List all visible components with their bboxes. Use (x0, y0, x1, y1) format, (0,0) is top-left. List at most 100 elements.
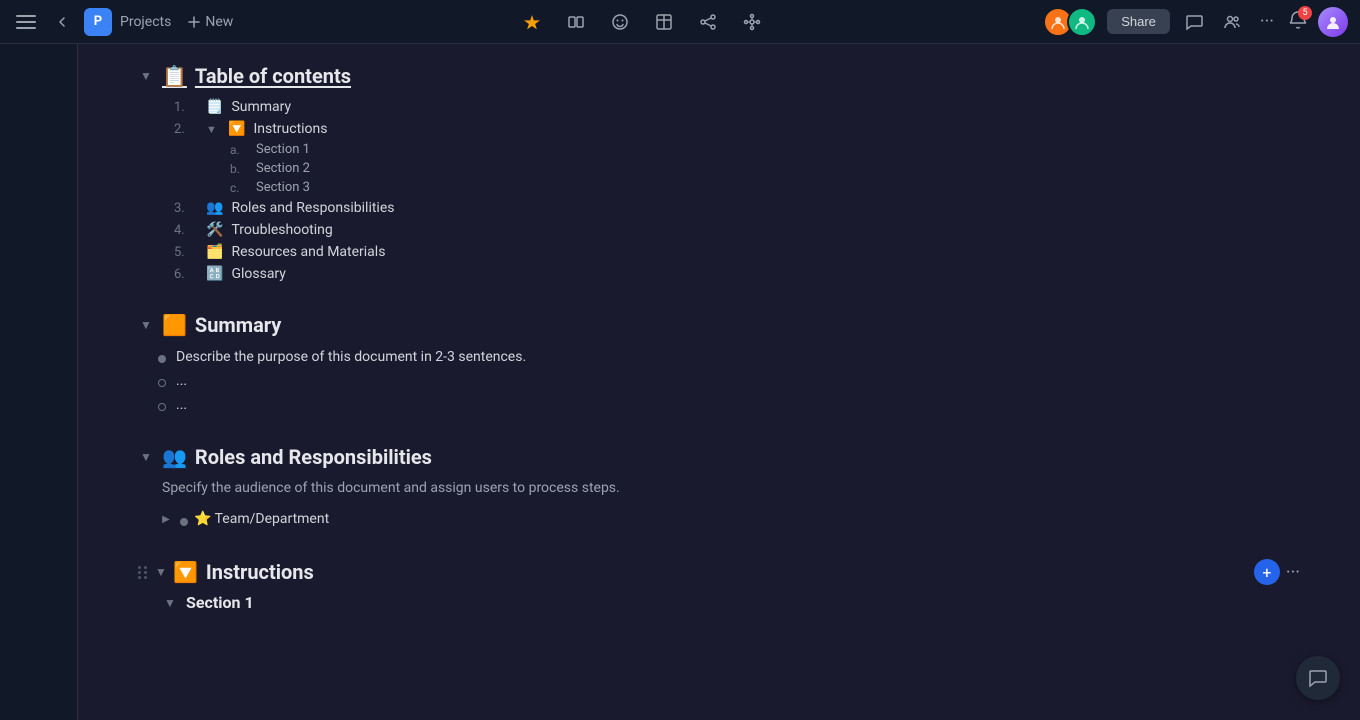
instructions-title: 🔽 Instructions (173, 560, 314, 584)
instructions-actions: + ··· (1254, 559, 1300, 585)
roles-section: ▼ 👥 Roles and Responsibilities Specify t… (138, 445, 1300, 531)
toc-sub-num-a: a. (230, 143, 250, 157)
toc-item-5: 5. 🗂️ Resources and Materials (174, 241, 1300, 263)
emoji-icon[interactable] (606, 8, 634, 36)
toc-sub-num-c: c. (230, 181, 250, 195)
toc-num-2: 2. (174, 122, 198, 137)
user-avatar[interactable] (1318, 7, 1348, 37)
toc-num-4: 4. (174, 223, 198, 238)
summary-bullet-text-2: ... (176, 373, 187, 389)
toc-item-1: 1. 🗒️ Summary (174, 96, 1300, 118)
toc-header: ▼ 📋 Table of contents (138, 64, 1300, 88)
bullet-dot-outline-2 (158, 403, 166, 411)
topbar: P Projects New (0, 0, 1360, 44)
toc-chevron[interactable]: ▼ (138, 68, 154, 84)
toc-label-5[interactable]: Resources and Materials (231, 244, 385, 260)
hamburger-menu[interactable] (12, 8, 40, 36)
chat-button[interactable] (1296, 656, 1340, 700)
toc-label-3[interactable]: Roles and Responsibilities (231, 200, 394, 216)
sidebar-strip (0, 44, 78, 720)
section1-chevron[interactable]: ▼ (162, 595, 178, 611)
summary-header: ▼ 🟧 Summary (138, 313, 1300, 337)
toc-icon-5: 🗂️ (206, 244, 223, 260)
toc-item-3: 3. 👥 Roles and Responsibilities (174, 197, 1300, 219)
toc-icon-4: 🛠️ (206, 222, 223, 238)
avatar-user2[interactable] (1067, 7, 1097, 37)
bullet-dot-outline-1 (158, 379, 166, 387)
notification-badge[interactable]: 5 (1288, 10, 1308, 34)
columns-icon[interactable] (562, 8, 590, 36)
share-icon[interactable] (694, 8, 722, 36)
roles-bullet-chevron[interactable]: ▶ (158, 511, 174, 527)
toc-icon: 📋 (162, 64, 187, 88)
toc-sub-label-a[interactable]: Section 1 (256, 142, 310, 157)
new-button[interactable]: New (179, 10, 241, 34)
toc-sub-item-c: c. Section 3 (230, 178, 1300, 197)
roles-icon: 👥 (162, 445, 187, 469)
toc-sub-label-b[interactable]: Section 2 (256, 161, 310, 176)
toc-sub-label-c[interactable]: Section 3 (256, 180, 310, 195)
share-button[interactable]: Share (1107, 9, 1170, 34)
roles-header: ▼ 👥 Roles and Responsibilities (138, 445, 1300, 469)
toc-num-3: 3. (174, 201, 198, 216)
summary-desc: Describe the purpose of this document in… (176, 349, 526, 365)
roles-desc: Specify the audience of this document an… (162, 477, 1300, 499)
toc-label-2[interactable]: Instructions (253, 121, 327, 137)
roles-title: 👥 Roles and Responsibilities (162, 445, 432, 469)
toc-label-6[interactable]: Glossary (231, 266, 285, 282)
instructions-icon: 🔽 (173, 560, 198, 584)
toc-sub-item-b: b. Section 2 (230, 159, 1300, 178)
roles-bullet-label: ⭐ Team/Department (194, 511, 329, 527)
toc-num-1: 1. (174, 100, 198, 115)
new-label: New (205, 14, 233, 30)
roles-bullet-dot (180, 518, 188, 526)
toc-section: ▼ 📋 Table of contents 1. 🗒️ Summary 2. ▼… (138, 64, 1300, 285)
toc-item-6: 6. 🔠 Glossary (174, 263, 1300, 285)
toc-icon-3: 👥 (206, 200, 223, 216)
summary-icon: 🟧 (162, 313, 187, 337)
summary-bullet-text-3: ... (176, 397, 187, 413)
toc-num-5: 5. (174, 245, 198, 260)
table-icon[interactable] (650, 8, 678, 36)
more-options-button[interactable]: ··· (1286, 562, 1300, 583)
section1-title: Section 1 (186, 593, 254, 612)
toc-icon-6: 🔠 (206, 266, 223, 282)
bullet-dot-1 (158, 355, 166, 363)
summary-bullet-3: ... (158, 393, 1300, 417)
section1-header: ▼ Section 1 (162, 593, 1300, 612)
toc-chevron-2[interactable]: ▼ (206, 123, 220, 136)
toc-label-4[interactable]: Troubleshooting (231, 222, 332, 238)
projects-link[interactable]: Projects (120, 14, 171, 30)
roles-bullet-1: ▶ ⭐ Team/Department (158, 507, 1300, 531)
toc-label-1[interactable]: Summary (231, 99, 291, 115)
instructions-chevron[interactable]: ▼ (153, 564, 169, 580)
toc-sub-item-a: a. Section 1 (230, 140, 1300, 159)
toc-icon-1: 🗒️ (206, 99, 223, 115)
back-button[interactable] (48, 8, 76, 36)
summary-chevron[interactable]: ▼ (138, 317, 154, 333)
add-button[interactable]: + (1254, 559, 1280, 585)
toc-num-6: 6. (174, 267, 198, 282)
main-content: ▼ 📋 Table of contents 1. 🗒️ Summary 2. ▼… (78, 44, 1360, 720)
summary-bullet-2: ... (158, 369, 1300, 393)
section1-container: ▼ Section 1 (138, 593, 1300, 612)
topbar-right: Share ··· 5 (1043, 7, 1348, 37)
toc-title: 📋 Table of contents (162, 64, 351, 88)
roles-bullets: ▶ ⭐ Team/Department (138, 507, 1300, 531)
drag-handle[interactable] (138, 566, 147, 579)
summary-bullets: Describe the purpose of this document in… (138, 345, 1300, 417)
network-icon[interactable] (738, 8, 766, 36)
summary-title: 🟧 Summary (162, 313, 281, 337)
toc-sub-num-b: b. (230, 162, 250, 176)
notification-count: 5 (1298, 6, 1312, 20)
summary-section: ▼ 🟧 Summary Describe the purpose of this… (138, 313, 1300, 417)
toc-sub-list: a. Section 1 b. Section 2 c. Section 3 (174, 140, 1300, 197)
instructions-row: ▼ 🔽 Instructions + ··· (138, 559, 1300, 585)
topbar-left: P Projects New (12, 8, 241, 36)
more-button[interactable]: ··· (1256, 11, 1278, 32)
users-icon[interactable] (1218, 8, 1246, 36)
app-icon: P (84, 8, 112, 36)
roles-chevron[interactable]: ▼ (138, 449, 154, 465)
star-icon[interactable] (518, 8, 546, 36)
comments-icon[interactable] (1180, 8, 1208, 36)
